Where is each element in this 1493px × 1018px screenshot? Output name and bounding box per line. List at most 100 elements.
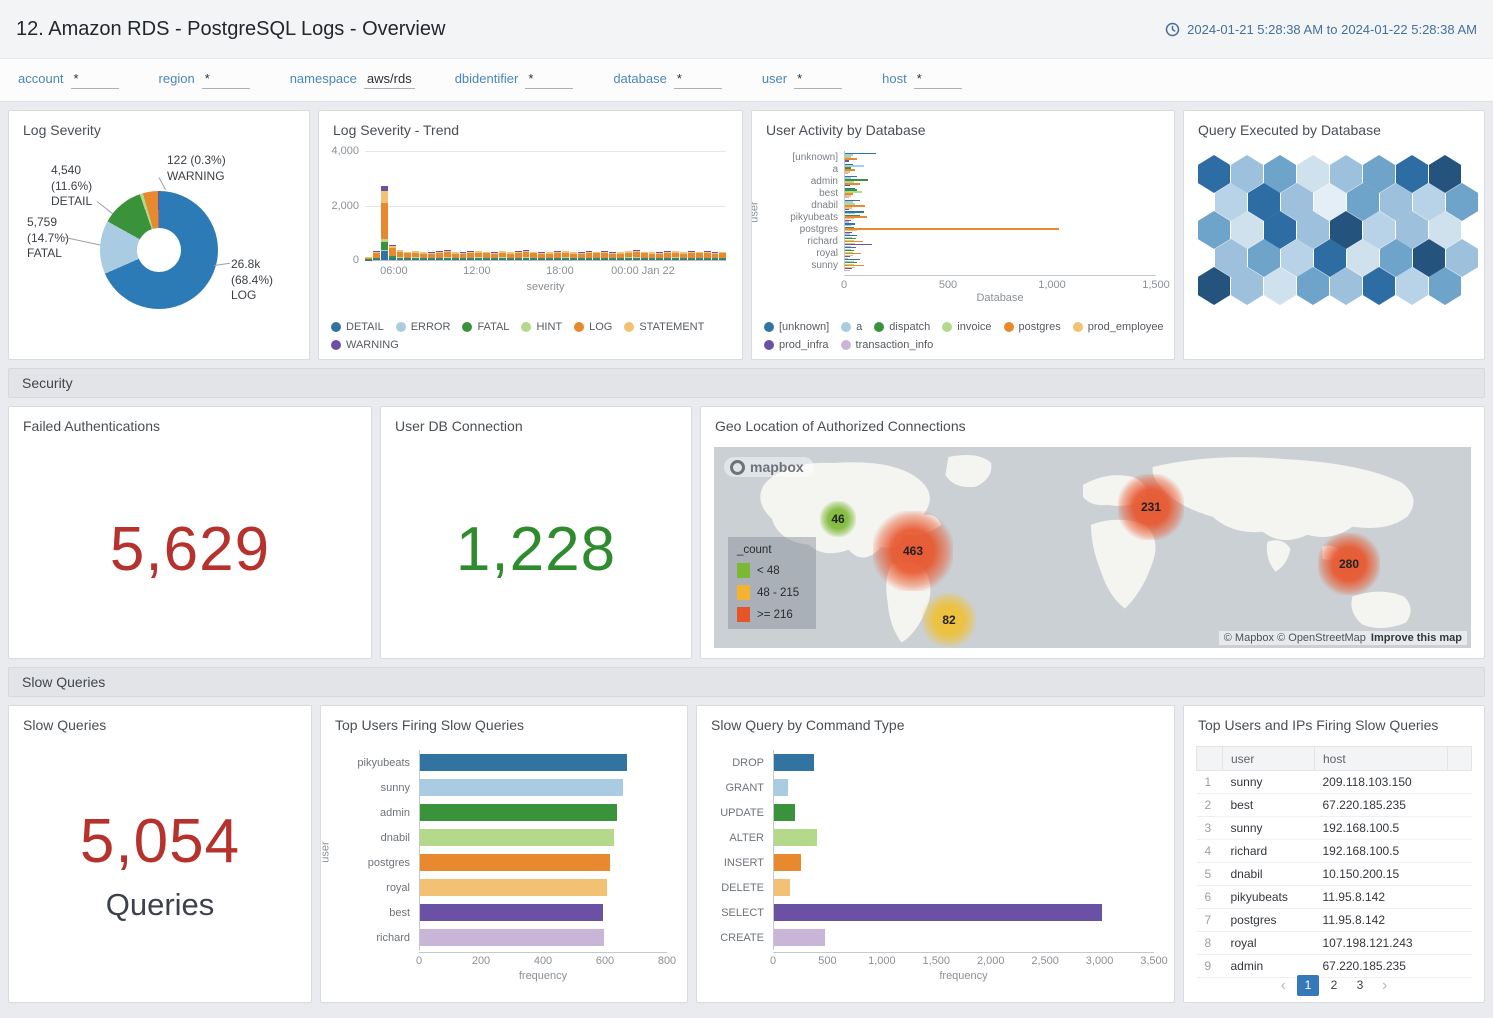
legend-item[interactable]: transaction_info xyxy=(841,339,934,351)
col-index[interactable] xyxy=(1197,747,1223,771)
db-bar[interactable] xyxy=(845,160,849,162)
trend-bar[interactable] xyxy=(420,151,427,260)
bar[interactable] xyxy=(773,879,790,896)
trend-bar[interactable] xyxy=(554,151,561,260)
bar[interactable] xyxy=(419,804,617,821)
legend-item[interactable]: dispatch xyxy=(874,321,930,333)
map-marker[interactable]: 463 xyxy=(873,511,953,591)
trend-bar[interactable] xyxy=(649,151,656,260)
trend-bar[interactable] xyxy=(546,151,553,260)
table-row[interactable]: 4richard192.168.100.5 xyxy=(1197,840,1472,863)
trend-bar[interactable] xyxy=(365,151,372,260)
col-host[interactable]: host xyxy=(1314,747,1447,771)
filter-region[interactable]: region* xyxy=(159,71,250,89)
table-row[interactable]: 8royal107.198.121.243 xyxy=(1197,932,1472,955)
table-row[interactable]: 7postgres11.95.8.142 xyxy=(1197,909,1472,932)
trend-bar[interactable] xyxy=(672,151,679,260)
legend-item[interactable]: prod_employee xyxy=(1073,321,1164,333)
bar[interactable] xyxy=(419,879,607,896)
bar[interactable] xyxy=(419,904,603,921)
db-bar[interactable] xyxy=(845,270,850,271)
trend-bar[interactable] xyxy=(483,151,490,260)
bar[interactable] xyxy=(419,929,604,946)
trend-bar[interactable] xyxy=(538,151,545,260)
trend-bar[interactable] xyxy=(523,151,530,260)
trend-bar[interactable] xyxy=(389,151,396,260)
legend-item[interactable]: invoice xyxy=(942,321,991,333)
legend-item[interactable]: postgres xyxy=(1004,321,1061,333)
trend-bar[interactable] xyxy=(570,151,577,260)
map-marker[interactable]: 82 xyxy=(922,593,976,647)
bar[interactable] xyxy=(419,779,623,796)
table-row[interactable]: 5dnabil10.150.200.15 xyxy=(1197,863,1472,886)
improve-map-link[interactable]: Improve this map xyxy=(1371,632,1462,644)
legend-item[interactable]: LOG xyxy=(574,321,612,333)
trend-bar[interactable] xyxy=(664,151,671,260)
trend-bar[interactable] xyxy=(601,151,608,260)
db-bar[interactable] xyxy=(845,228,1059,229)
time-range-picker[interactable]: 2024-01-21 5:28:38 AM to 2024-01-22 5:28… xyxy=(1165,22,1477,37)
trend-bar[interactable] xyxy=(641,151,648,260)
filter-database[interactable]: database* xyxy=(613,71,722,89)
trend-bar[interactable] xyxy=(428,151,435,260)
trend-bar[interactable] xyxy=(507,151,514,260)
table-row[interactable]: 3sunny192.168.100.5 xyxy=(1197,817,1472,840)
trend-bar[interactable] xyxy=(436,151,443,260)
trend-bar[interactable] xyxy=(712,151,719,260)
trend-bar[interactable] xyxy=(562,151,569,260)
page-button[interactable]: 1 xyxy=(1297,975,1319,996)
trend-bar[interactable] xyxy=(373,151,380,260)
map-marker[interactable]: 280 xyxy=(1318,533,1380,595)
trend-bar[interactable] xyxy=(381,151,388,260)
trend-bar[interactable] xyxy=(609,151,616,260)
trend-bar[interactable] xyxy=(617,151,624,260)
legend-item[interactable]: STATEMENT xyxy=(624,321,704,333)
trend-bar[interactable] xyxy=(491,151,498,260)
map-marker[interactable]: 46 xyxy=(820,501,856,537)
log-severity-donut[interactable] xyxy=(100,191,218,309)
bar[interactable] xyxy=(419,829,614,846)
geo-map[interactable]: mapbox _count < 4848 - 215>= 216 © Mapbo… xyxy=(714,447,1471,648)
trend-bar[interactable] xyxy=(688,151,695,260)
trend-bar[interactable] xyxy=(444,151,451,260)
bar[interactable] xyxy=(773,804,795,821)
filter-host[interactable]: host* xyxy=(882,71,962,89)
bar[interactable] xyxy=(419,754,627,771)
bar[interactable] xyxy=(773,779,788,796)
table-row[interactable]: 1sunny209.118.103.150 xyxy=(1197,771,1472,794)
table-row[interactable]: 6pikyubeats11.95.8.142 xyxy=(1197,886,1472,909)
trend-bar[interactable] xyxy=(460,151,467,260)
bar[interactable] xyxy=(773,929,825,946)
filter-dbidentifier[interactable]: dbidentifier* xyxy=(455,71,574,89)
filter-namespace[interactable]: namespaceaws/rds xyxy=(290,71,415,89)
prev-page-button[interactable]: ‹ xyxy=(1274,977,1293,995)
trend-bar[interactable] xyxy=(625,151,632,260)
legend-item[interactable]: HINT xyxy=(521,321,562,333)
legend-item[interactable]: [unknown] xyxy=(764,321,829,333)
section-security[interactable]: Security xyxy=(8,368,1485,398)
trend-bar[interactable] xyxy=(452,151,459,260)
bar[interactable] xyxy=(773,754,814,771)
page-button[interactable]: 3 xyxy=(1349,975,1371,996)
filter-account[interactable]: account* xyxy=(18,71,119,89)
next-page-button[interactable]: › xyxy=(1375,977,1394,995)
page-button[interactable]: 2 xyxy=(1323,975,1345,996)
trend-bar[interactable] xyxy=(499,151,506,260)
trend-bar[interactable] xyxy=(530,151,537,260)
section-slow-queries[interactable]: Slow Queries xyxy=(8,667,1485,697)
legend-item[interactable]: prod_infra xyxy=(764,339,829,351)
trend-bar[interactable] xyxy=(578,151,585,260)
filter-user[interactable]: user* xyxy=(762,71,842,89)
legend-item[interactable]: ERROR xyxy=(396,321,451,333)
trend-bar[interactable] xyxy=(467,151,474,260)
legend-item[interactable]: WARNING xyxy=(331,339,399,351)
trend-bar[interactable] xyxy=(719,151,726,260)
trend-bar[interactable] xyxy=(593,151,600,260)
legend-item[interactable]: FATAL xyxy=(462,321,509,333)
bar[interactable] xyxy=(773,854,801,871)
trend-bar[interactable] xyxy=(404,151,411,260)
mapbox-logo[interactable]: mapbox xyxy=(724,457,814,477)
trend-bar[interactable] xyxy=(397,151,404,260)
legend-item[interactable]: DETAIL xyxy=(331,321,384,333)
trend-bar[interactable] xyxy=(633,151,640,260)
